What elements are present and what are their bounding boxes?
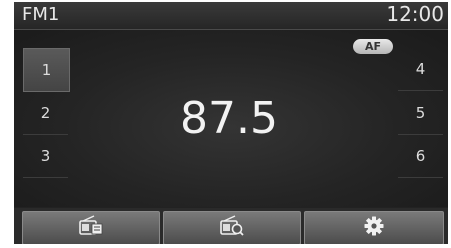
- radio-list-icon: [78, 215, 104, 241]
- preset-button-4[interactable]: 4: [398, 48, 443, 91]
- clock: 12:00: [386, 2, 444, 26]
- radio-list-button[interactable]: [22, 211, 160, 244]
- band-label: FM1: [22, 4, 60, 25]
- radio-scan-button[interactable]: [163, 211, 301, 244]
- status-bar: FM1 12:00: [14, 2, 448, 30]
- settings-button[interactable]: [304, 211, 444, 244]
- preset-button-2[interactable]: 2: [23, 92, 68, 135]
- preset-button-3[interactable]: 3: [23, 135, 68, 178]
- radio-scan-icon: [219, 215, 245, 241]
- preset-button-5[interactable]: 5: [398, 92, 443, 135]
- frequency-display: 87.5: [180, 93, 278, 144]
- preset-button-1[interactable]: 1: [23, 48, 70, 92]
- tuner-display: AF 1 2 3 4 5 6 87.5: [14, 30, 448, 207]
- radio-screen: FM1 12:00 AF 1 2 3 4 5 6 87.5: [14, 2, 448, 244]
- af-badge[interactable]: AF: [353, 39, 393, 54]
- preset-button-6[interactable]: 6: [398, 135, 443, 178]
- gear-icon: [363, 215, 385, 241]
- soft-key-bar: [14, 208, 448, 244]
